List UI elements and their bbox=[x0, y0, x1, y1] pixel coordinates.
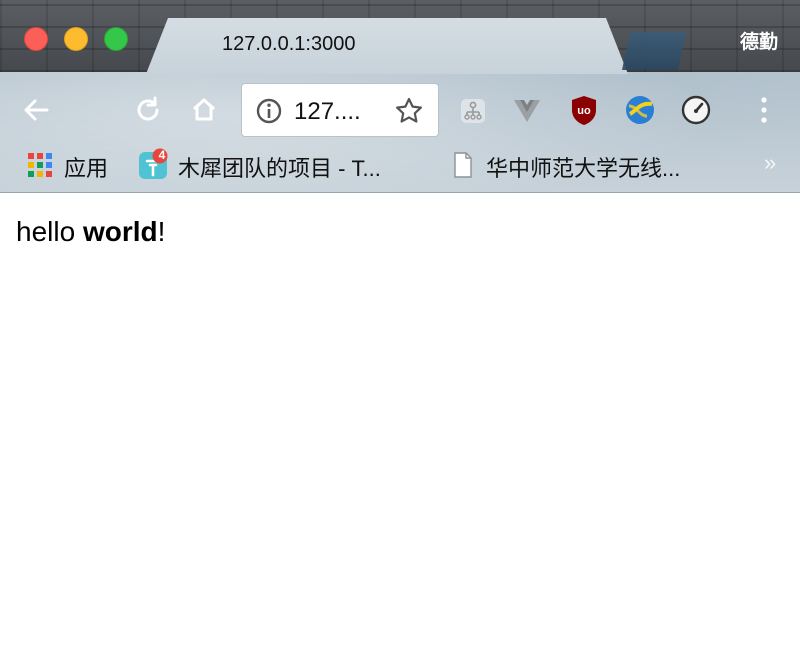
speedometer-extension-icon[interactable] bbox=[678, 92, 714, 128]
reload-icon[interactable] bbox=[130, 92, 166, 128]
notification-badge: 4 bbox=[158, 148, 166, 162]
bookmark-star-icon[interactable] bbox=[392, 94, 426, 128]
bookmark-apps[interactable]: 应用 bbox=[64, 151, 108, 183]
new-tab-button[interactable] bbox=[622, 32, 686, 70]
tab-title: 127.0.0.1:3000 bbox=[222, 33, 356, 55]
url-text[interactable]: 127.... bbox=[294, 98, 361, 126]
back-icon[interactable] bbox=[18, 92, 54, 128]
vue-devtools-icon[interactable] bbox=[510, 94, 544, 128]
maximize-window-button[interactable] bbox=[104, 27, 128, 51]
hello-text: hello world! bbox=[16, 216, 165, 248]
svg-text:uo: uo bbox=[577, 105, 591, 117]
hello-plain: hello bbox=[16, 216, 83, 247]
hello-bold: world bbox=[82, 216, 158, 247]
minimize-window-button[interactable] bbox=[64, 27, 88, 51]
sitemap-extension-icon[interactable] bbox=[456, 94, 490, 128]
bookmarks-overflow-chevron-icon[interactable]: » bbox=[764, 150, 776, 176]
page-content: hello world! bbox=[0, 194, 800, 664]
close-window-button[interactable] bbox=[24, 27, 48, 51]
menu-kebab-icon[interactable] bbox=[752, 92, 776, 128]
home-icon[interactable] bbox=[186, 92, 222, 128]
profile-name[interactable]: 德勤 bbox=[740, 27, 778, 54]
address-bar[interactable]: 127.... bbox=[241, 83, 439, 137]
site-info-icon[interactable] bbox=[254, 96, 284, 126]
active-tab[interactable] bbox=[146, 18, 628, 74]
bookmark-ccnu-wireless[interactable]: 华中师范大学无线... bbox=[486, 151, 680, 183]
browser-chrome: 127.0.0.1:3000 德勤 127.... uo 应用 4 木犀团队的项… bbox=[0, 0, 800, 193]
globe-extension-icon[interactable] bbox=[622, 92, 658, 128]
apps-grid-icon[interactable] bbox=[26, 151, 54, 179]
bookmark-muxi-projects[interactable]: 木犀团队的项目 - T... bbox=[178, 151, 381, 183]
hello-end: ! bbox=[157, 216, 166, 247]
ublock-origin-icon[interactable]: uo bbox=[566, 92, 602, 128]
browser-window: 127.0.0.1:3000 德勤 127.... uo 应用 4 木犀团队的项… bbox=[0, 0, 800, 664]
page-document-icon[interactable] bbox=[452, 150, 474, 180]
